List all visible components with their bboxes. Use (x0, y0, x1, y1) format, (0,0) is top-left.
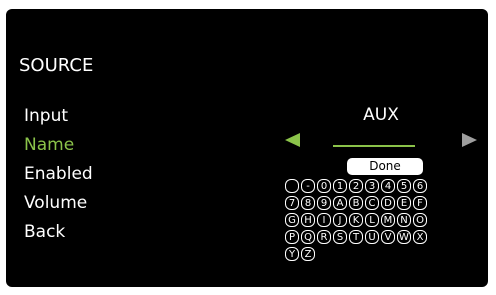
key-space[interactable] (285, 179, 299, 193)
menu-item-back[interactable]: Back (24, 218, 93, 247)
key[interactable]: B (349, 196, 363, 210)
key[interactable]: S (333, 230, 347, 244)
key[interactable]: 3 (365, 179, 379, 193)
key[interactable]: 8 (301, 196, 315, 210)
key[interactable]: A (333, 196, 347, 210)
key[interactable]: O (413, 213, 427, 227)
key[interactable]: Z (301, 247, 315, 261)
key[interactable]: 2 (349, 179, 363, 193)
right-arrow-icon[interactable] (462, 133, 477, 147)
key[interactable]: X (413, 230, 427, 244)
left-arrow-icon[interactable] (285, 133, 300, 147)
key[interactable]: R (317, 230, 331, 244)
key[interactable]: J (333, 213, 347, 227)
key[interactable]: Y (285, 247, 299, 261)
key[interactable]: N (397, 213, 411, 227)
key[interactable]: K (349, 213, 363, 227)
device-screen: SOURCE Input Name Enabled Volume Back AU… (6, 9, 488, 287)
page-title: SOURCE (19, 55, 94, 76)
keyboard-row: YZ (285, 247, 467, 262)
menu-item-enabled[interactable]: Enabled (24, 160, 93, 189)
key[interactable]: 1 (333, 179, 347, 193)
key[interactable]: 7 (285, 196, 299, 210)
menu-item-volume[interactable]: Volume (24, 189, 93, 218)
key[interactable]: V (381, 230, 395, 244)
key[interactable]: 9 (317, 196, 331, 210)
done-button[interactable]: Done (347, 158, 423, 175)
key[interactable]: G (285, 213, 299, 227)
keyboard-row: -0123456 (285, 179, 467, 194)
key[interactable]: I (317, 213, 331, 227)
key[interactable]: 6 (413, 179, 427, 193)
key[interactable]: P (285, 230, 299, 244)
key[interactable]: 5 (397, 179, 411, 193)
key[interactable]: T (349, 230, 363, 244)
key[interactable]: - (301, 179, 315, 193)
key[interactable]: 4 (381, 179, 395, 193)
key[interactable]: 0 (317, 179, 331, 193)
keyboard-row: GHIJKLMNO (285, 213, 467, 228)
keyboard-row: PQRSTUVWX (285, 230, 467, 245)
key[interactable]: C (365, 196, 379, 210)
key[interactable]: U (365, 230, 379, 244)
on-screen-keyboard: -0123456 789ABCDEF GHIJKLMNO PQRSTUVWX YZ (285, 179, 467, 264)
key[interactable]: D (381, 196, 395, 210)
key[interactable]: H (301, 213, 315, 227)
key[interactable]: L (365, 213, 379, 227)
key[interactable]: W (397, 230, 411, 244)
key[interactable]: F (413, 196, 427, 210)
key[interactable]: Q (301, 230, 315, 244)
key[interactable]: M (381, 213, 395, 227)
cursor-underline (333, 145, 415, 147)
source-name-value: AUX (363, 105, 399, 125)
settings-menu: Input Name Enabled Volume Back (24, 102, 93, 247)
menu-item-input[interactable]: Input (24, 102, 93, 131)
key[interactable]: E (397, 196, 411, 210)
keyboard-row: 789ABCDEF (285, 196, 467, 211)
menu-item-name[interactable]: Name (24, 131, 93, 160)
